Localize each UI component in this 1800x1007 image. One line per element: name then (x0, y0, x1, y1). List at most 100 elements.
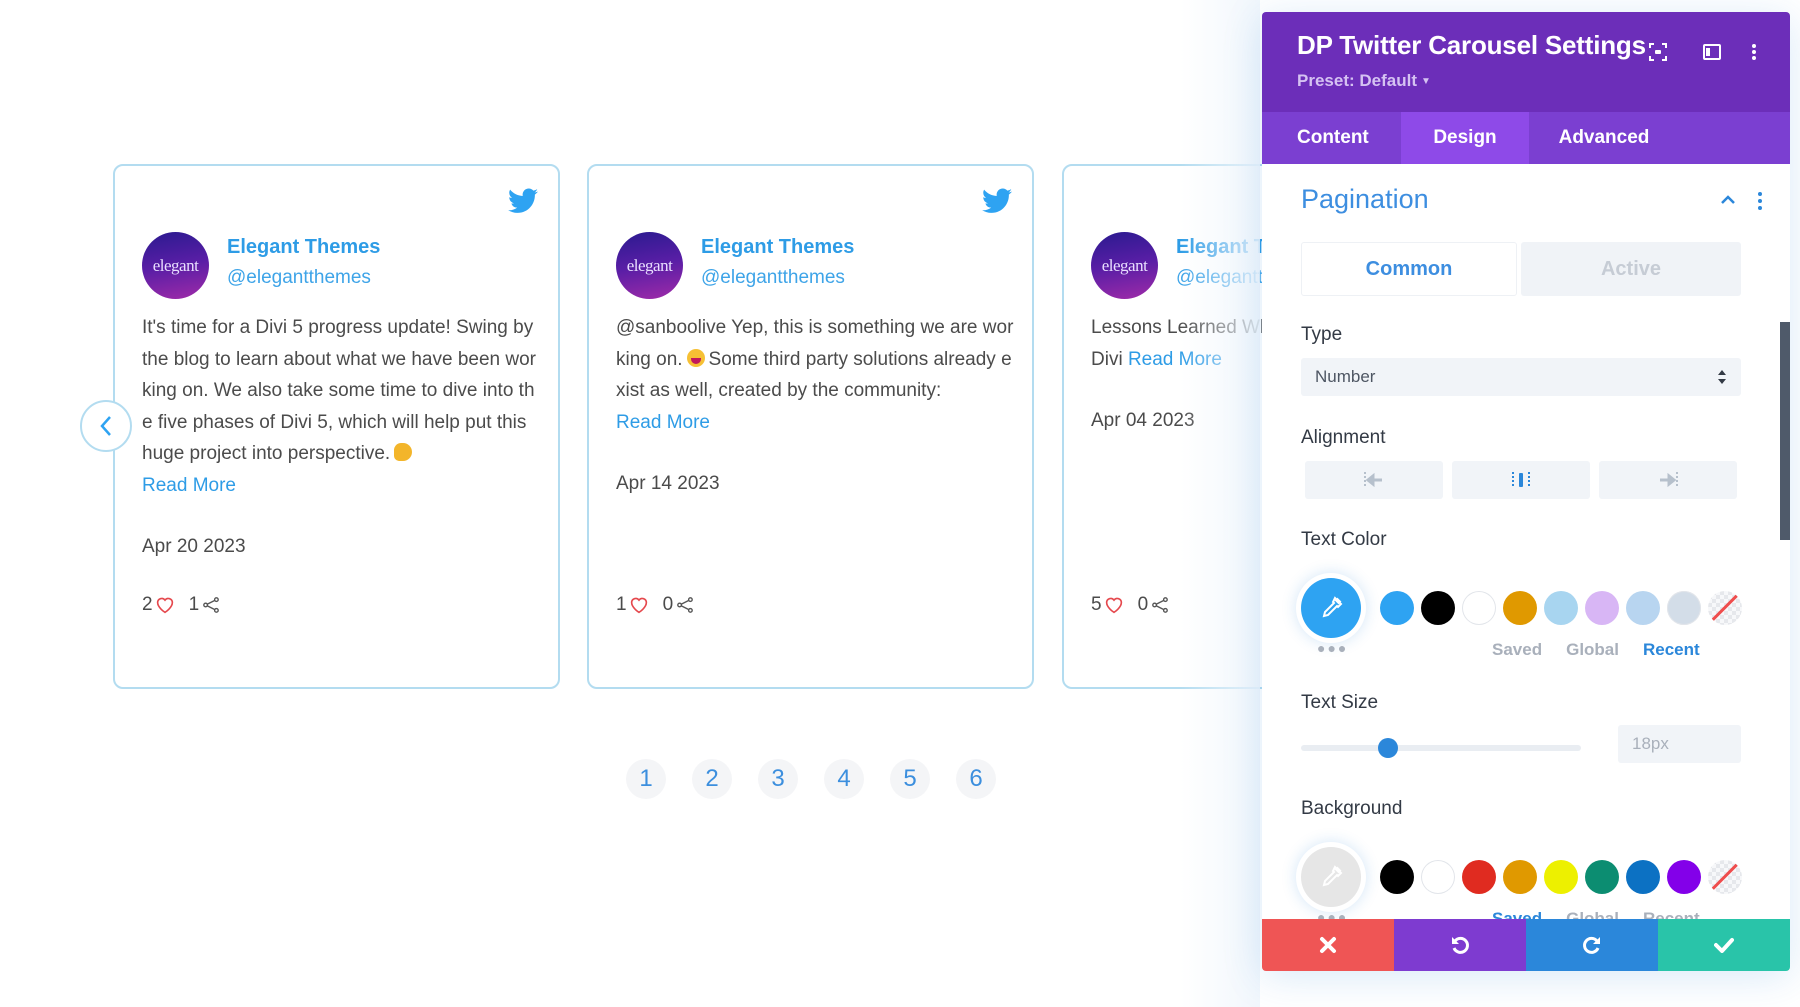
heart-icon[interactable] (629, 596, 649, 614)
tweet-author[interactable]: Elegant Themes (227, 236, 380, 259)
undo-button[interactable] (1394, 919, 1526, 971)
read-more-link[interactable]: Read More (142, 475, 236, 496)
pointing-down-emoji-icon (394, 443, 413, 461)
tweet-text: @sanboolive Yep, this is something we ar… (616, 312, 1016, 438)
align-center-icon (1512, 472, 1530, 488)
retweet-count: 1 (188, 594, 200, 615)
subtab-active[interactable]: Active (1521, 242, 1741, 296)
background-color-picker[interactable] (1301, 847, 1361, 907)
swatch-yellow[interactable] (1544, 860, 1578, 894)
tweet-body-continued: Divi (1091, 348, 1123, 370)
text-size-input[interactable] (1618, 725, 1741, 763)
panel-scrollbar[interactable] (1780, 322, 1790, 540)
tweet-date: Apr 04 2023 (1091, 410, 1195, 431)
page-button-6[interactable]: 6 (956, 759, 996, 799)
heart-icon[interactable] (1104, 596, 1124, 614)
swatch-red[interactable] (1462, 860, 1496, 894)
swatch-green[interactable] (1585, 860, 1619, 894)
twitter-bird-icon[interactable] (508, 188, 538, 214)
palette-tab-saved[interactable]: Saved (1492, 640, 1542, 660)
swatch-blue[interactable] (1626, 860, 1660, 894)
carousel-prev-button[interactable] (80, 400, 132, 452)
tweet-handle[interactable]: @elegantthemes (701, 267, 845, 289)
panel-tabs: Content Design Advanced (1262, 112, 1790, 164)
tweet-body: It's time for a Divi 5 progress update! … (142, 317, 536, 464)
background-color-row (1301, 847, 1742, 907)
swatch-none[interactable] (1708, 591, 1742, 625)
avatar[interactable]: elegant (1091, 232, 1158, 299)
tweet-author[interactable]: Elegant Themes (701, 236, 854, 259)
tweet-card: elegant Elegant Themes @elegantthemes It… (113, 164, 560, 689)
discard-button[interactable] (1262, 919, 1394, 971)
type-label: Type (1301, 324, 1343, 345)
preset-dropdown[interactable]: Preset: Default ▼ (1297, 71, 1431, 91)
text-size-label: Text Size (1301, 692, 1379, 713)
swatch-white[interactable] (1462, 591, 1496, 625)
swatch-orange[interactable] (1503, 860, 1537, 894)
share-icon[interactable] (1151, 596, 1169, 614)
panel-shadow-fade (1180, 0, 1260, 1007)
tab-design[interactable]: Design (1401, 112, 1529, 164)
page-button-5[interactable]: 5 (890, 759, 930, 799)
preset-label: Preset: Default (1297, 71, 1417, 90)
page-button-3[interactable]: 3 (758, 759, 798, 799)
chevron-up-icon[interactable] (1718, 192, 1738, 208)
more-dots-icon[interactable]: ●●● (1317, 640, 1348, 656)
undo-icon (1452, 936, 1469, 954)
heart-icon[interactable] (155, 596, 175, 614)
twitter-bird-icon[interactable] (982, 188, 1012, 214)
subtab-common[interactable]: Common (1301, 242, 1517, 296)
carousel-pagination: 1 2 3 4 5 6 (626, 759, 996, 799)
share-icon[interactable] (676, 596, 694, 614)
text-color-row (1301, 578, 1742, 638)
split-view-icon[interactable] (1698, 38, 1726, 66)
swatch-orange[interactable] (1503, 591, 1537, 625)
swatch-pale-gray[interactable] (1667, 591, 1701, 625)
retweet-count: 0 (662, 594, 674, 615)
align-right-button[interactable] (1599, 461, 1737, 499)
page-button-2[interactable]: 2 (692, 759, 732, 799)
tweet-handle[interactable]: @elegantthemes (227, 267, 371, 289)
background-label: Background (1301, 798, 1403, 819)
text-size-slider[interactable] (1301, 738, 1581, 758)
swatch-pale-blue[interactable] (1626, 591, 1660, 625)
swatch-none[interactable] (1708, 860, 1742, 894)
swatch-blue[interactable] (1380, 591, 1414, 625)
panel-header[interactable]: DP Twitter Carousel Settings Preset: Def… (1262, 12, 1790, 112)
focus-icon[interactable] (1644, 38, 1672, 66)
avatar[interactable]: elegant (616, 232, 683, 299)
swatch-black[interactable] (1380, 860, 1414, 894)
type-select-value: Number (1315, 367, 1376, 386)
tab-advanced[interactable]: Advanced (1529, 112, 1679, 164)
section-menu-icon[interactable] (1756, 190, 1764, 212)
tweet-stats: 2 1 (142, 594, 220, 616)
align-left-button[interactable] (1305, 461, 1443, 499)
tab-content[interactable]: Content (1262, 112, 1401, 164)
swatch-white[interactable] (1421, 860, 1455, 894)
palette-tab-global[interactable]: Global (1566, 640, 1619, 660)
text-color-picker[interactable] (1301, 578, 1361, 638)
more-vertical-icon[interactable] (1740, 38, 1768, 66)
page-button-1[interactable]: 1 (626, 759, 666, 799)
avatar[interactable]: elegant (142, 232, 209, 299)
panel-title: DP Twitter Carousel Settings (1297, 30, 1646, 60)
section-title[interactable]: Pagination (1301, 184, 1429, 215)
page-button-4[interactable]: 4 (824, 759, 864, 799)
redo-button[interactable] (1526, 919, 1658, 971)
align-center-button[interactable] (1452, 461, 1590, 499)
read-more-link[interactable]: Read More (616, 412, 710, 433)
avatar-logo-text: elegant (152, 255, 199, 275)
type-select[interactable]: Number (1301, 358, 1741, 396)
share-icon[interactable] (202, 596, 220, 614)
slider-handle[interactable] (1377, 738, 1398, 758)
tweet-stats: 1 0 (616, 594, 694, 616)
swatch-black[interactable] (1421, 591, 1455, 625)
palette-tab-recent[interactable]: Recent (1643, 640, 1700, 660)
swatch-light-blue[interactable] (1544, 591, 1578, 625)
like-count: 1 (616, 594, 627, 615)
grinning-face-emoji-icon (686, 348, 705, 367)
swatch-lavender[interactable] (1585, 591, 1619, 625)
swatch-purple[interactable] (1667, 860, 1701, 894)
panel-footer (1262, 919, 1790, 971)
save-button[interactable] (1658, 919, 1790, 971)
